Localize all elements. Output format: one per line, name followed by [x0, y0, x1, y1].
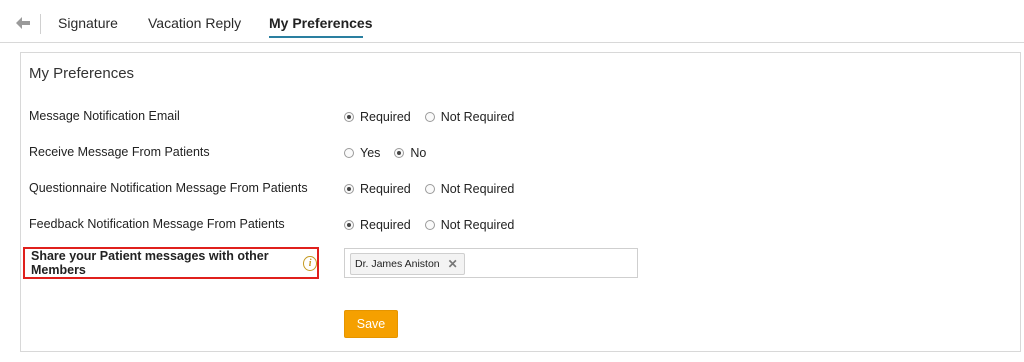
active-tab-underline [269, 36, 363, 38]
radio-button-checked[interactable] [344, 112, 354, 122]
share-messages-label: Share your Patient messages with other M… [31, 249, 269, 277]
radio-label: Not Required [440, 218, 515, 232]
row-label-message-notification-email: Message Notification Email [29, 109, 180, 123]
radio-button-checked[interactable] [394, 148, 405, 158]
radio-option-required[interactable]: Required [344, 182, 411, 196]
member-chip: Dr. James Aniston ✕ [350, 253, 465, 275]
radio-option-required[interactable]: Required [344, 218, 411, 232]
radio-option-not-required[interactable]: Not Required [424, 218, 515, 232]
radio-label: Required [360, 182, 411, 196]
preferences-panel: My Preferences Message Notification Emai… [20, 52, 1021, 352]
row-label-questionnaire-notification: Questionnaire Notification Message From … [29, 181, 308, 195]
radio-label: Not Required [440, 110, 515, 124]
info-icon[interactable]: i [303, 255, 317, 271]
radio-label: Not Required [440, 182, 515, 196]
member-chip-label: Dr. James Aniston [355, 258, 440, 270]
top-tab-bar: Signature Vacation Reply My Preferences [0, 0, 1024, 43]
radio-button-checked[interactable] [344, 184, 354, 194]
members-select-input[interactable]: Dr. James Aniston ✕ [344, 248, 638, 278]
radio-label: Required [360, 110, 411, 124]
tab-signature[interactable]: Signature [58, 15, 118, 31]
row-label-feedback-notification: Feedback Notification Message From Patie… [29, 217, 285, 231]
back-arrow-icon[interactable] [10, 12, 41, 34]
tab-my-preferences[interactable]: My Preferences [269, 15, 373, 31]
radio-group-message-notification-email: Required Not Required [344, 110, 528, 124]
back-arrow-icon-svg [16, 17, 30, 29]
page-title: My Preferences [29, 65, 135, 82]
tab-vacation-reply[interactable]: Vacation Reply [148, 15, 241, 31]
share-messages-highlight: Share your Patient messages with other M… [23, 247, 319, 279]
radio-group-questionnaire-notification: Required Not Required [344, 182, 528, 196]
radio-group-feedback-notification: Required Not Required [344, 218, 528, 232]
radio-button[interactable] [424, 220, 435, 230]
radio-button-checked[interactable] [344, 220, 354, 230]
radio-option-required[interactable]: Required [344, 110, 411, 124]
remove-member-icon[interactable]: ✕ [448, 257, 458, 271]
radio-label: Required [360, 218, 411, 232]
radio-label: Yes [360, 146, 381, 160]
radio-button[interactable] [344, 148, 354, 158]
radio-label: No [410, 146, 427, 160]
radio-option-yes[interactable]: Yes [344, 146, 380, 160]
radio-button[interactable] [424, 184, 435, 194]
radio-option-no[interactable]: No [394, 146, 426, 160]
radio-button[interactable] [424, 112, 435, 122]
save-button[interactable]: Save [344, 310, 398, 338]
radio-group-receive-message-from-patients: Yes No [344, 146, 440, 160]
row-label-receive-message-from-patients: Receive Message From Patients [29, 145, 210, 159]
radio-option-not-required[interactable]: Not Required [424, 182, 515, 196]
radio-option-not-required[interactable]: Not Required [424, 110, 515, 124]
